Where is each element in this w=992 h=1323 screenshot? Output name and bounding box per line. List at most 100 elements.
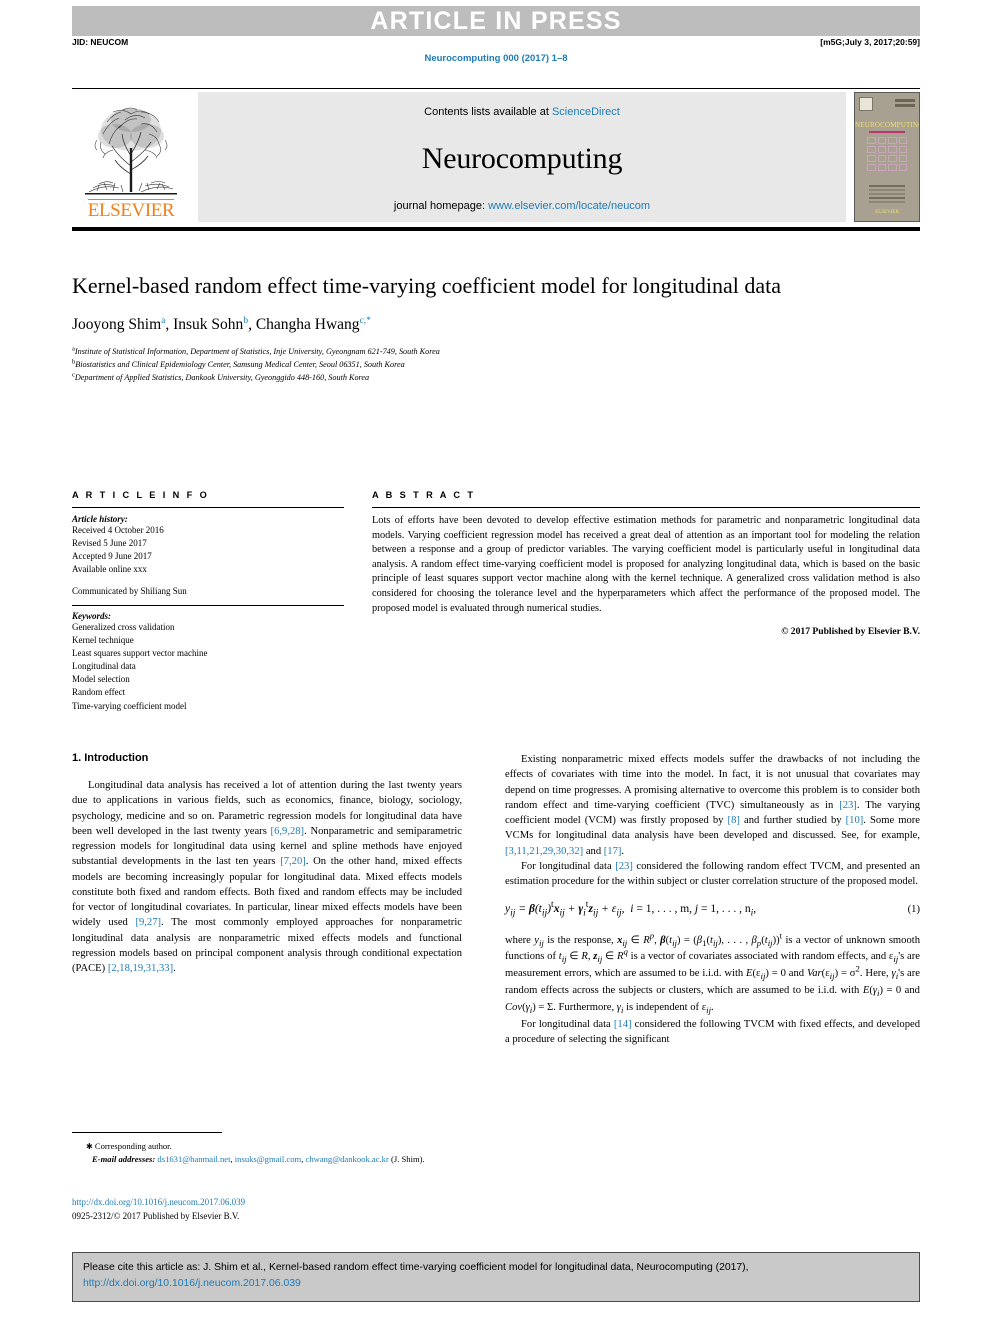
citation-ref[interactable]: [10] xyxy=(846,815,864,826)
page-title: Kernel-based random effect time-varying … xyxy=(72,273,782,298)
intro-paragraph-right-2: For longitudinal data [23] considered th… xyxy=(505,859,920,890)
article-history-item: Available online xxx xyxy=(72,564,147,575)
communicated-by: Communicated by Shiliang Sun xyxy=(72,586,187,597)
sciencedirect-link[interactable]: ScienceDirect xyxy=(552,106,620,118)
keyword-item: Generalized cross validation xyxy=(72,622,175,633)
intro-text-e: . xyxy=(173,963,176,974)
jid-row: JID: NEUCOM [m5G;July 3, 2017;20:59] xyxy=(72,37,920,47)
cover-issue-lines xyxy=(895,97,915,115)
email-link[interactable]: ds1631@hanmail.net xyxy=(157,1154,230,1164)
email-addresses-line: E-mail addresses: ds1631@hanmail.net, in… xyxy=(92,1154,425,1164)
author-name: Insuk Sohn xyxy=(173,316,244,334)
intro-paragraph-left: Longitudinal data analysis has received … xyxy=(72,778,462,976)
journal-homepage-line: journal homepage: www.elsevier.com/locat… xyxy=(394,200,650,212)
journal-homepage-link[interactable]: www.elsevier.com/locate/neucom xyxy=(488,200,650,212)
article-history-item: Accepted 9 June 2017 xyxy=(72,551,152,562)
section-heading-introduction: 1. Introduction xyxy=(72,752,149,764)
affiliation-text: Biostatistics and Clinical Epidemiology … xyxy=(75,359,405,369)
intro-paragraph-right-4: For longitudinal data [14] considered th… xyxy=(505,1017,920,1048)
abstract-heading: A B S T R A C T xyxy=(372,490,476,500)
article-info-heading: A R T I C L E I N F O xyxy=(72,490,210,500)
author-affil-mark: a xyxy=(161,316,166,326)
elsevier-tree-icon xyxy=(85,107,177,195)
article-in-press-banner: ARTICLE IN PRESS xyxy=(72,6,920,36)
keyword-item: Time-varying coefficient model xyxy=(72,700,187,711)
title-block: Kernel-based random effect time-varying … xyxy=(72,272,832,384)
keyword-item: Model selection xyxy=(72,674,130,685)
equation-1-body: yij = β(tij)txij + γitzij + εij, i = 1, … xyxy=(505,899,757,919)
affiliation-list: aInstitute of Statistical Information, D… xyxy=(72,346,832,384)
abstract-column: A B S T R A C T Lots of efforts have bee… xyxy=(372,490,920,637)
article-history-item: Revised 5 June 2017 xyxy=(72,538,147,549)
email-link[interactable]: insuks@gmail.com xyxy=(235,1154,301,1164)
article-info-column: A R T I C L E I N F O Article history: R… xyxy=(72,490,344,713)
keyword-item: Kernel technique xyxy=(72,635,134,646)
cover-journal-title: NEUROCOMPUTING xyxy=(855,121,920,129)
cover-accent-rule xyxy=(869,131,905,133)
cover-editor-lines xyxy=(861,183,913,205)
intro-right-text-f: . xyxy=(621,845,625,857)
article-history-item: Received 4 October 2016 xyxy=(72,525,164,535)
affiliation-text: Department of Applied Statistics, Dankoo… xyxy=(74,372,370,382)
intro-paragraph-right-1: Existing nonparametric mixed effects mod… xyxy=(505,752,920,859)
email-link[interactable]: chwang@dankook.ac.kr xyxy=(306,1154,389,1164)
affiliation-item: aInstitute of Statistical Information, D… xyxy=(72,346,832,359)
article-in-press-label: ARTICLE IN PRESS xyxy=(370,6,622,35)
citation-ref[interactable]: [9,27] xyxy=(135,917,161,928)
elsevier-wordmark: ELSEVIER xyxy=(87,199,175,221)
footnote-block: ✱ Corresponding author. E-mail addresses… xyxy=(72,1140,462,1166)
cover-topbar xyxy=(859,97,915,115)
email-label: E-mail addresses: xyxy=(92,1154,156,1164)
contents-available-line: Contents lists available at ScienceDirec… xyxy=(424,106,620,118)
email-attribution: (J. Shim). xyxy=(390,1154,425,1164)
equation-1-number: (1) xyxy=(907,904,920,916)
body-left-column: 1. Introduction Longitudinal data analys… xyxy=(72,752,462,976)
homepage-prefix: journal homepage: xyxy=(393,200,489,212)
intro-right-text-e: and xyxy=(583,845,604,857)
article-history-label: Article history: xyxy=(72,514,128,524)
cover-publisher-label: ELSEVIER xyxy=(875,210,899,215)
intro-right2-text-a: For longitudinal data xyxy=(521,860,616,872)
citation-ref[interactable]: [23] xyxy=(839,800,857,811)
abstract-text: Lots of efforts have been devoted to dev… xyxy=(372,515,920,614)
please-cite-box: Please cite this article as: J. Shim et … xyxy=(72,1252,920,1302)
abstract-copyright: © 2017 Published by Elsevier B.V. xyxy=(781,626,920,638)
issn-copyright-line: 0925-2312/© 2017 Published by Elsevier B… xyxy=(72,1210,240,1221)
keywords-rule xyxy=(72,605,344,607)
cover-grid-graphic xyxy=(867,137,907,171)
citation-ref[interactable]: [3,11,21,29,30,32] xyxy=(505,846,583,857)
body-right-column: Existing nonparametric mixed effects mod… xyxy=(505,752,920,1047)
masthead-center: Contents lists available at ScienceDirec… xyxy=(198,92,846,222)
intro-right-text-c: and further studied by xyxy=(739,815,846,826)
masthead-top-rule xyxy=(72,88,920,89)
journal-masthead: ELSEVIER Contents lists available at Sci… xyxy=(72,92,920,222)
intro-right4-text-a: For longitudinal data xyxy=(521,1018,614,1030)
citation-ref[interactable]: [23] xyxy=(615,861,633,872)
keyword-item: Least squares support vector machine xyxy=(72,648,208,659)
keyword-item: Random effect xyxy=(72,687,126,698)
citation-ref[interactable]: [6,9,28] xyxy=(271,826,305,837)
journal-title: Neurocomputing xyxy=(421,142,623,175)
abstract-rule xyxy=(372,507,920,508)
cite-text: Please cite this article as: J. Shim et … xyxy=(83,1262,749,1273)
build-stamp-label: [m5G;July 3, 2017;20:59] xyxy=(820,37,920,47)
citation-ref[interactable]: [2,18,19,31,33] xyxy=(108,963,173,974)
affiliation-text: Institute of Statistical Information, De… xyxy=(74,347,440,357)
journal-cover-thumbnail: NEUROCOMPUTING ELSEVIER xyxy=(854,92,920,222)
masthead-bottom-rule xyxy=(72,227,920,231)
citation-ref[interactable]: [14] xyxy=(614,1019,632,1030)
cite-doi-link[interactable]: http://dx.doi.org/10.1016/j.neucom.2017.… xyxy=(83,1278,301,1289)
doi-link[interactable]: http://dx.doi.org/10.1016/j.neucom.2017.… xyxy=(72,1197,245,1207)
affiliation-item: cDepartment of Applied Statistics, Danko… xyxy=(72,371,832,385)
cover-logo-box xyxy=(859,97,873,115)
author-list: Jooyong Shima, Insuk Sohnb, Changha Hwan… xyxy=(72,316,371,334)
keywords-label: Keywords: xyxy=(72,611,111,622)
affiliation-item: bBiostatistics and Clinical Epidemiology… xyxy=(72,358,832,372)
author-affil-mark: c,* xyxy=(359,316,371,326)
citation-ref[interactable]: [7,20] xyxy=(280,856,306,867)
citation-ref[interactable]: [8] xyxy=(728,815,740,826)
corresponding-author-label: Corresponding author. xyxy=(94,1141,172,1151)
citation-ref[interactable]: [17] xyxy=(604,846,622,857)
elsevier-logo: ELSEVIER xyxy=(72,92,190,222)
author-affil-mark: b xyxy=(243,316,249,326)
